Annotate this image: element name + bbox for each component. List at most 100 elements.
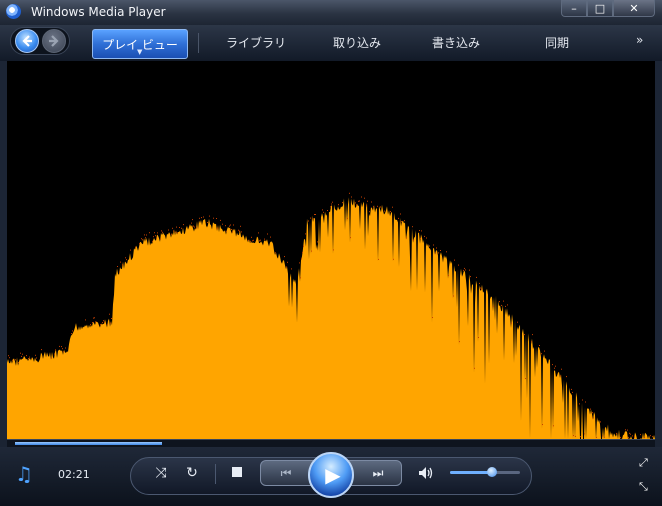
peak-dot — [54, 353, 55, 355]
peak-dot — [117, 266, 118, 267]
peak-dot — [454, 259, 455, 261]
minimize-button[interactable]: – — [561, 0, 587, 17]
peak-dot — [313, 218, 314, 220]
peak-dot — [62, 348, 63, 350]
peak-dot — [220, 219, 221, 221]
peak-dot — [286, 266, 287, 268]
peak-dot — [251, 236, 252, 238]
peak-dot — [625, 429, 626, 431]
peak-dot — [71, 333, 72, 335]
fullscreen-icon[interactable]: ⤢ — [639, 456, 652, 469]
peak-dot — [507, 304, 508, 306]
music-note-icon[interactable]: ♫ — [15, 462, 33, 486]
peak-dot — [41, 349, 42, 351]
peak-dot — [284, 256, 285, 258]
chevron-down-icon[interactable]: ▼ — [137, 48, 142, 56]
maximize-button[interactable]: □ — [587, 0, 613, 17]
peak-dot — [250, 240, 251, 242]
peak-dot — [501, 304, 502, 306]
next-button[interactable]: ⏭ — [360, 464, 396, 482]
previous-button[interactable]: ⏮ — [268, 464, 304, 482]
tab-burn[interactable]: 書き込み — [417, 25, 495, 59]
peak-dot — [177, 232, 178, 234]
back-button[interactable] — [15, 29, 39, 53]
volume-icon — [419, 467, 433, 479]
peak-dot — [470, 276, 471, 278]
peak-dot — [371, 201, 372, 203]
peak-dot — [350, 237, 351, 239]
peak-dot — [61, 346, 62, 348]
play-button[interactable]: ▶ — [308, 452, 354, 498]
peak-dot — [9, 357, 10, 359]
close-button[interactable]: ✕ — [613, 0, 655, 17]
spectrum-fill — [7, 197, 655, 439]
peak-dot — [421, 230, 422, 232]
peak-dot — [478, 337, 479, 338]
peak-dot — [92, 322, 93, 323]
volume-slider[interactable] — [450, 467, 520, 477]
peak-dot — [36, 357, 37, 359]
peak-dot — [590, 408, 591, 410]
tab-library[interactable]: ライブラリ — [218, 25, 294, 59]
peak-dot — [359, 200, 360, 202]
peak-dot — [604, 436, 605, 438]
peak-dot — [481, 288, 482, 290]
peak-dot — [213, 217, 214, 219]
peak-dot — [233, 224, 234, 226]
peak-dot — [287, 261, 288, 263]
peak-dot — [554, 367, 555, 369]
peak-dot — [629, 432, 630, 434]
peak-dot — [207, 222, 208, 223]
mini-mode-icon[interactable]: ⤡ — [639, 480, 652, 493]
peak-dot — [302, 252, 303, 253]
peak-dot — [566, 376, 567, 378]
peak-dot — [404, 220, 405, 222]
peak-dot — [366, 204, 367, 206]
repeat-button[interactable]: ↻ — [183, 464, 201, 482]
peak-dot — [173, 230, 174, 232]
peak-dot — [317, 241, 318, 243]
volume-knob[interactable] — [487, 467, 497, 477]
peak-dot — [142, 239, 143, 241]
peak-dot — [149, 232, 150, 234]
peak-dot — [585, 401, 586, 403]
peak-dot — [511, 322, 512, 324]
peak-dot — [524, 334, 525, 336]
peak-dot — [426, 237, 427, 239]
peak-dot — [22, 353, 23, 355]
title-bar[interactable]: Windows Media Player – □ ✕ — [0, 0, 662, 25]
peak-dot — [401, 221, 402, 223]
peak-dot — [18, 362, 19, 363]
peak-dot — [111, 318, 112, 319]
peak-dot — [539, 345, 540, 346]
peak-dot — [429, 245, 430, 247]
peak-dot — [63, 351, 64, 353]
peak-dot — [171, 233, 172, 235]
tab-sync[interactable]: 同期 — [520, 25, 594, 59]
peak-dot — [217, 227, 218, 229]
more-tabs-chevron-icon[interactable]: » — [636, 33, 643, 47]
tab-now-playing[interactable]: プレイ ビュー ▼ — [92, 29, 188, 59]
tab-rip[interactable]: 取り込み — [320, 25, 394, 59]
peak-dot — [525, 378, 526, 379]
peak-dot — [264, 238, 265, 240]
peak-dot — [602, 435, 603, 437]
peak-dot — [369, 211, 370, 213]
peak-dot — [571, 388, 572, 390]
peak-dot — [593, 417, 594, 419]
peak-dot — [300, 277, 301, 279]
peak-dot — [144, 234, 145, 236]
visualization-area[interactable] — [7, 61, 655, 439]
peak-dot — [126, 259, 127, 261]
peak-dot — [230, 224, 231, 226]
peak-dot — [160, 238, 161, 240]
forward-button[interactable] — [42, 29, 66, 53]
stop-button[interactable] — [230, 465, 244, 479]
peak-dot — [183, 224, 184, 226]
peak-dot — [104, 321, 105, 323]
peak-dot — [532, 334, 533, 336]
peak-dot — [259, 240, 260, 242]
peak-dot — [572, 391, 573, 393]
shuffle-button[interactable]: ⤨ — [152, 464, 170, 482]
speaker-icon[interactable] — [416, 464, 436, 482]
